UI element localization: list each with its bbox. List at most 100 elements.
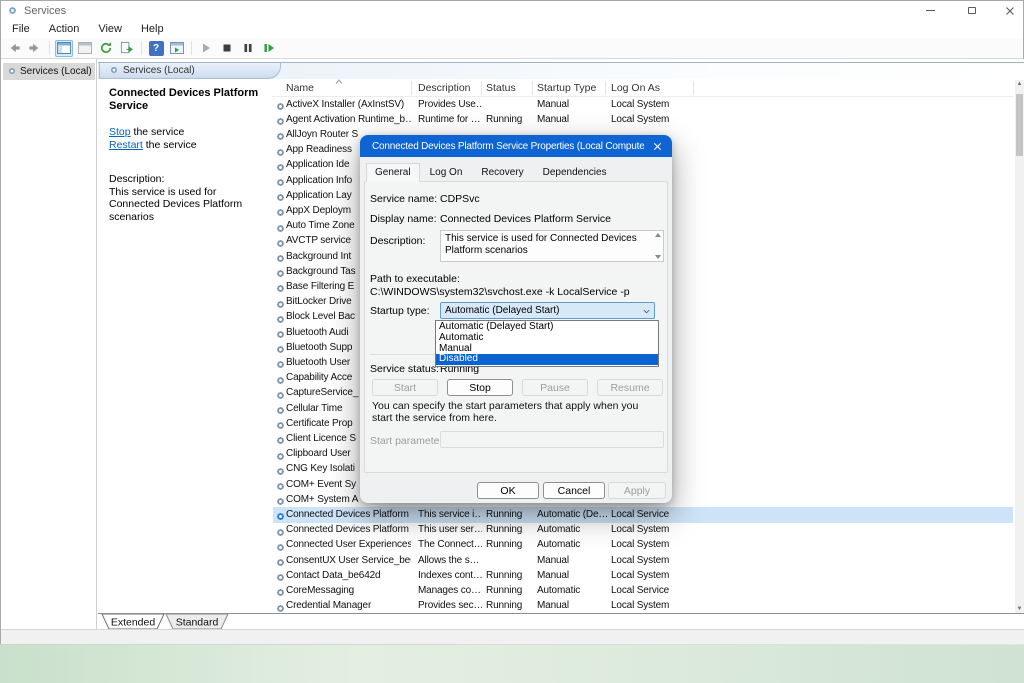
gear-icon [7, 5, 18, 16]
chevron-down-icon [643, 309, 650, 314]
column-divider [411, 81, 412, 95]
dialog-tab-dependencies[interactable]: Dependencies [534, 163, 616, 182]
scroll-down-icon[interactable]: ▼ [1015, 605, 1024, 613]
list-header: Name Description StatusStartup Type Log On … [273, 80, 1013, 97]
service-control-buttons: Start Stop Pause Resume [360, 379, 672, 396]
gear-icon [275, 511, 286, 522]
refresh-icon[interactable] [97, 40, 115, 57]
resume-service-button[interactable]: Resume [597, 379, 663, 396]
service-row[interactable]: Contact Data_be642dIndexes cont…RunningM… [273, 568, 1013, 583]
gear-icon [275, 481, 286, 492]
close-button[interactable] [995, 1, 1024, 20]
stop-service-icon[interactable] [218, 40, 236, 57]
dialog-tabs: GeneralLog OnRecoveryDependencies [366, 163, 616, 182]
view-tabs-bar: ExtendedStandard [98, 613, 1024, 629]
maximize-button[interactable] [957, 1, 987, 20]
service-row[interactable]: CoreMessagingManages co…RunningAutomatic… [273, 583, 1013, 598]
pause-service-button[interactable]: Pause [522, 379, 588, 396]
start-service-button[interactable]: Start [372, 379, 438, 396]
cell: Local System [611, 600, 697, 611]
column-header-startup-type[interactable]: Startup Type [537, 82, 607, 94]
cell: Credential Manager [286, 600, 411, 611]
service-row[interactable]: Connected Devices Platform …This user se… [273, 523, 1013, 538]
menu-view[interactable]: View [95, 22, 125, 36]
vertical-scrollbar[interactable]: ▲ ▼ [1015, 80, 1024, 613]
menu-action[interactable]: Action [46, 22, 83, 36]
service-row[interactable]: Connected Devices Platform …This service… [273, 507, 1013, 522]
cell: Runtime for … [418, 114, 482, 125]
pause-service-icon[interactable] [239, 40, 257, 57]
menu-help[interactable]: Help [138, 22, 167, 36]
cell: CoreMessaging [286, 585, 411, 596]
gear-icon [275, 390, 286, 401]
column-header-status[interactable]: Status [486, 82, 534, 94]
action-text: the service [143, 139, 197, 151]
startup-option-automatic[interactable]: Automatic [436, 333, 658, 344]
properties-window-icon[interactable] [168, 40, 186, 57]
tree-item-services-local[interactable]: Services (Local) [3, 63, 95, 80]
gear-icon [275, 283, 286, 294]
display-name-value: Connected Devices Platform Service [440, 213, 611, 225]
minimize-button[interactable] [915, 1, 945, 20]
scroll-up-icon[interactable] [655, 233, 661, 237]
service-row[interactable]: Agent Activation Runtime_b…Runtime for …… [273, 112, 1013, 127]
column-header-name[interactable]: Name [286, 82, 411, 94]
dialog-description-label: Description: [370, 235, 425, 247]
restart-service-icon[interactable] [260, 40, 278, 57]
scroll-up-icon[interactable]: ▲ [1015, 80, 1024, 88]
cancel-button[interactable]: Cancel [543, 482, 605, 499]
cell: Allows the s… [418, 555, 482, 566]
apply-button[interactable]: Apply [608, 482, 666, 499]
start-service-icon[interactable] [197, 40, 215, 57]
dialog-tab-log-on[interactable]: Log On [421, 163, 472, 182]
show-console-tree-icon[interactable] [55, 40, 73, 57]
column-header-description[interactable]: Description [418, 82, 482, 94]
dialog-tab-general[interactable]: General [366, 163, 420, 182]
console-tree: Services (Local) [1, 59, 97, 629]
dialog-close-button[interactable] [642, 135, 672, 157]
start-parameters-input[interactable] [440, 431, 664, 448]
column-header-log-on-as[interactable]: Log On As [611, 82, 697, 94]
cell: Connected Devices Platform … [286, 509, 411, 520]
cell: Automatic [537, 524, 607, 535]
service-action: Stop the service [109, 126, 265, 139]
ok-button[interactable]: OK [477, 482, 539, 499]
window-title: Services [24, 5, 66, 17]
description-textbox[interactable]: This service is used for Connected Devic… [440, 230, 664, 262]
gear-icon [109, 62, 119, 80]
startup-option-disabled[interactable]: Disabled [436, 354, 658, 365]
cell: Automatic [537, 585, 607, 596]
gear-icon [275, 162, 286, 173]
menu-file[interactable]: File [9, 22, 33, 36]
stop-service-button[interactable]: Stop [447, 379, 513, 396]
startup-type-combobox[interactable]: Automatic (Delayed Start) [440, 302, 655, 319]
service-row[interactable]: ConsentUX User Service_be6…Allows the s…… [273, 553, 1013, 568]
scrollbar-thumb[interactable] [1016, 94, 1023, 156]
description-text: This service is used for Connected Devic… [109, 186, 242, 223]
display-name-label: Display name: [370, 213, 437, 225]
properties-icon[interactable] [76, 40, 94, 57]
service-row[interactable]: ActiveX Installer (AxInstSV)Provides Use… [273, 97, 1013, 112]
action-text: the service [131, 126, 185, 138]
restart-service-link[interactable]: Restart [109, 139, 143, 151]
stop-service-link[interactable]: Stop [109, 126, 131, 138]
export-list-icon[interactable] [118, 40, 136, 57]
gear-icon [275, 572, 286, 583]
dialog-tab-recovery[interactable]: Recovery [472, 163, 532, 182]
gear-icon [275, 466, 286, 477]
gear-icon [275, 496, 286, 507]
gear-icon [275, 603, 286, 613]
column-divider [481, 81, 482, 95]
service-row[interactable]: Credential ManagerProvides sec…RunningMa… [273, 599, 1013, 613]
service-row[interactable]: Connected User Experiences …The Connect…… [273, 538, 1013, 553]
scroll-down-icon[interactable] [655, 255, 661, 259]
cell: Running [486, 524, 534, 535]
forward-icon[interactable] [26, 40, 44, 57]
path-label: Path to executable: [370, 273, 460, 285]
back-icon[interactable] [5, 40, 23, 57]
cell: This user ser… [418, 524, 482, 535]
window-titlebar: Services [1, 1, 1023, 20]
cell: Local System [611, 114, 697, 125]
gear-icon [275, 101, 286, 112]
help-icon[interactable]: ? [147, 40, 165, 57]
